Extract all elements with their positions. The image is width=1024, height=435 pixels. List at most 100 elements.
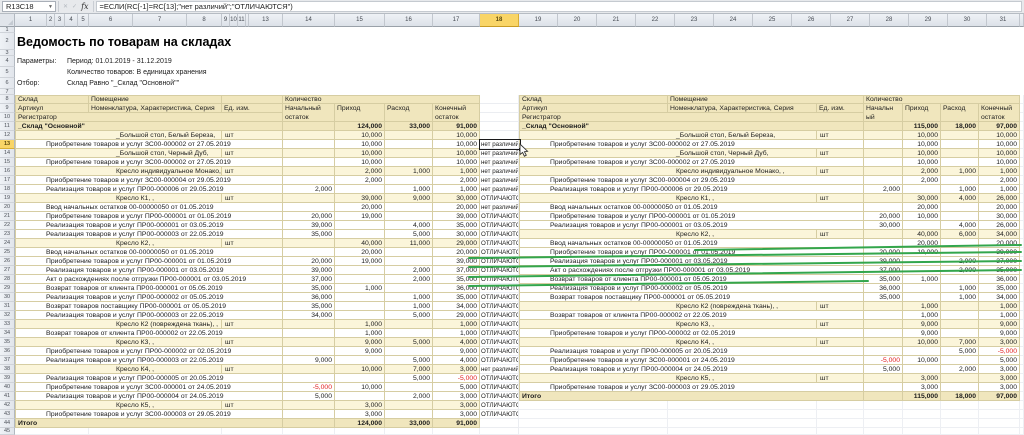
qty-cell[interactable]: 5,000	[385, 338, 433, 347]
qty-cell[interactable]	[283, 167, 335, 176]
qty-cell[interactable]: 10,000	[903, 131, 941, 140]
empty-cell[interactable]	[1020, 176, 1024, 185]
column-header-22[interactable]: 22	[636, 14, 675, 27]
column-header-16[interactable]: 16	[385, 14, 433, 27]
qty-cell[interactable]	[864, 140, 903, 149]
comparison-cell[interactable]: ОТЛИЧАЮТСЯ	[480, 356, 519, 365]
qty-cell[interactable]: 36,000	[979, 275, 1020, 284]
comparison-cell[interactable]: нет различий	[480, 365, 519, 374]
nomenclature-cell[interactable]: Кресло К2 (повреждена ткань), ,	[519, 302, 817, 311]
qty-cell[interactable]	[283, 149, 335, 158]
column-header-4[interactable]: 4	[65, 14, 78, 27]
qty-cell[interactable]: 2,000	[385, 266, 433, 275]
qty-cell[interactable]: 20,000	[433, 248, 480, 257]
registrator-cell[interactable]: Приобретение товаров и услуг ПР00-000001…	[519, 212, 864, 221]
registrator-cell[interactable]: Реализация товаров и услуг ПР00-000003 о…	[15, 356, 283, 365]
qty-cell[interactable]: 2,000	[941, 266, 979, 275]
qty-cell[interactable]	[903, 347, 941, 356]
nomenclature-cell[interactable]: Кресло К5, ,	[519, 374, 817, 383]
qty-cell[interactable]	[941, 131, 979, 140]
registrator-cell[interactable]: Приобретение товаров и услуг ЗС00-000004…	[15, 176, 283, 185]
registrator-cell[interactable]: Возврат товаров поставщику ПР00-000001 о…	[15, 302, 283, 311]
qty-cell[interactable]: 9,000	[283, 356, 335, 365]
qty-cell[interactable]	[283, 347, 335, 356]
qty-cell[interactable]: 39,000	[283, 266, 335, 275]
qty-cell[interactable]: 1,000	[941, 167, 979, 176]
qty-cell[interactable]	[864, 347, 903, 356]
nomenclature-cell[interactable]: Кресло К3, ,	[519, 320, 817, 329]
empty-cell[interactable]	[903, 401, 941, 410]
comparison-cell[interactable]: ОТЛИЧАЮТСЯ	[480, 194, 519, 203]
qty-cell[interactable]: -5,000	[283, 383, 335, 392]
qty-cell[interactable]: 20,000	[335, 203, 385, 212]
qty-cell[interactable]	[903, 185, 941, 194]
qty-cell[interactable]: 1,000	[385, 302, 433, 311]
registrator-cell[interactable]: Акт о расхождениях после отгрузки ПР00-0…	[15, 275, 283, 284]
qty-cell[interactable]: 20,000	[283, 257, 335, 266]
qty-cell[interactable]	[385, 383, 433, 392]
registrator-cell[interactable]: Ввод начальных остатков 00-00000050 от 0…	[519, 203, 864, 212]
empty-cell[interactable]	[89, 428, 222, 435]
empty-cell[interactable]	[979, 410, 1020, 419]
insert-function-icon[interactable]: fx	[81, 2, 88, 11]
comparison-cell[interactable]: ОТЛИЧАЮТСЯ	[480, 212, 519, 221]
qty-cell[interactable]: 26,000	[979, 221, 1020, 230]
qty-cell[interactable]: 1,000	[979, 185, 1020, 194]
qty-cell[interactable]: 10,000	[335, 140, 385, 149]
empty-cell[interactable]	[1020, 212, 1024, 221]
unit-cell[interactable]: шт	[817, 374, 864, 383]
row-header-19[interactable]: 19	[0, 194, 15, 203]
qty-cell[interactable]	[283, 140, 335, 149]
row-header-41[interactable]: 41	[0, 392, 15, 401]
comparison-cell[interactable]: ОТЛИЧАЮТСЯ	[480, 302, 519, 311]
qty-cell[interactable]: 6,000	[941, 230, 979, 239]
comparison-cell[interactable]	[480, 419, 519, 428]
row-header-44[interactable]: 44	[0, 419, 15, 428]
qty-cell[interactable]	[864, 329, 903, 338]
qty-cell[interactable]	[385, 158, 433, 167]
comparison-cell[interactable]: нет различий	[480, 203, 519, 212]
column-header-21[interactable]: 21	[597, 14, 636, 27]
qty-cell[interactable]	[864, 302, 903, 311]
qty-cell[interactable]: 7,000	[385, 365, 433, 374]
qty-cell[interactable]: 20,000	[864, 248, 903, 257]
qty-cell[interactable]: 2,000	[903, 176, 941, 185]
empty-cell[interactable]	[668, 428, 817, 435]
column-header-7[interactable]: 7	[133, 14, 187, 27]
qty-cell[interactable]: 2,000	[335, 176, 385, 185]
qty-cell[interactable]: 35,000	[433, 221, 480, 230]
qty-cell[interactable]: -5,000	[433, 374, 480, 383]
qty-cell[interactable]: 9,000	[433, 347, 480, 356]
qty-cell[interactable]	[864, 194, 903, 203]
empty-cell[interactable]	[1020, 392, 1024, 401]
registrator-cell[interactable]: Приобретение товаров и услуг ПР00-000001…	[15, 257, 283, 266]
column-header-14[interactable]: 14	[283, 14, 335, 27]
total-label-cell[interactable]: Итого	[519, 392, 864, 401]
empty-cell[interactable]	[519, 410, 668, 419]
qty-cell[interactable]: -5,000	[979, 347, 1020, 356]
registrator-cell[interactable]: Реализация товаров и услуг ПР00-000001 о…	[15, 266, 283, 275]
registrator-cell[interactable]: Приобретение товаров и услуг ПР00-000002…	[519, 329, 864, 338]
qty-cell[interactable]: 30,000	[979, 212, 1020, 221]
row-header-22[interactable]: 22	[0, 221, 15, 230]
empty-cell[interactable]	[1020, 248, 1024, 257]
header-cell[interactable]: Расход	[385, 104, 433, 113]
empty-cell[interactable]	[1020, 239, 1024, 248]
qty-cell[interactable]	[864, 203, 903, 212]
comparison-cell[interactable]: ОТЛИЧАЮТСЯ	[480, 221, 519, 230]
qty-cell[interactable]: 10,000	[903, 149, 941, 158]
qty-cell[interactable]: 2,000	[385, 275, 433, 284]
qty-cell[interactable]	[864, 131, 903, 140]
empty-cell[interactable]	[941, 419, 979, 428]
qty-cell[interactable]	[941, 149, 979, 158]
row-header-40[interactable]: 40	[0, 383, 15, 392]
empty-cell[interactable]	[1020, 104, 1024, 113]
qty-cell[interactable]	[385, 410, 433, 419]
fill-handle[interactable]	[519, 148, 522, 151]
row-header-35[interactable]: 35	[0, 338, 15, 347]
qty-cell[interactable]: 10,000	[335, 383, 385, 392]
header-cell[interactable]: Конечный	[433, 104, 480, 113]
qty-cell[interactable]: 34,000	[979, 230, 1020, 239]
row-header-18[interactable]: 18	[0, 185, 15, 194]
nomenclature-cell[interactable]: Кресло К2 (повреждена ткань), ,	[15, 320, 222, 329]
